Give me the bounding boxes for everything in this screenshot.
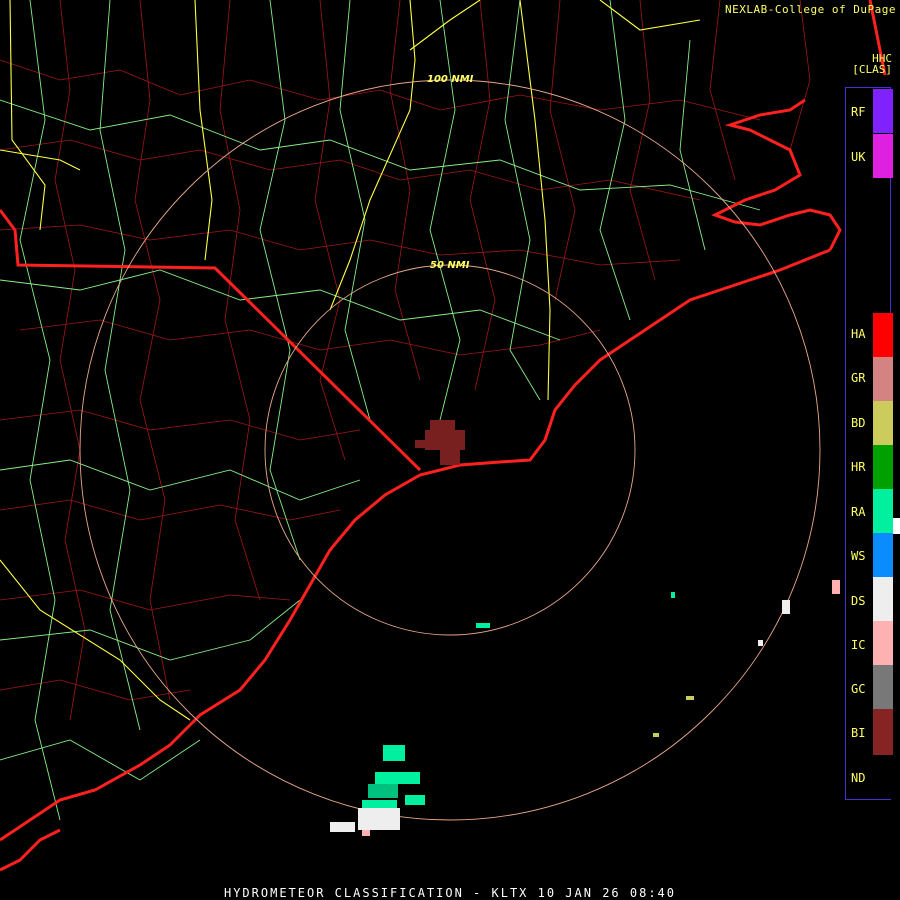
echo-ra-east	[893, 518, 900, 534]
echo-ds-2	[758, 640, 763, 646]
legend-label-ra: RA	[851, 505, 866, 519]
legend-label-ha: HA	[851, 327, 866, 341]
coastline	[0, 98, 842, 872]
legend-label-gc: GC	[851, 682, 866, 696]
interstates	[0, 0, 701, 721]
legend-label-hr: HR	[851, 460, 866, 474]
legend-swatch-ha	[873, 313, 893, 357]
echo-cluster-south	[330, 745, 425, 836]
radar-map: 50 NMI 100 NMI	[0, 0, 900, 872]
echo-ra-1	[476, 623, 490, 628]
legend-swatch-gr	[873, 357, 893, 401]
echo-ic-1	[832, 580, 840, 594]
legend-label-ds: DS	[851, 594, 866, 608]
legend-swatch-ra	[873, 489, 893, 533]
legend-label-bd: BD	[851, 416, 866, 430]
legend-swatch-ws	[873, 533, 893, 577]
legend-swatch-gc	[873, 665, 893, 709]
radar-returns	[330, 420, 900, 836]
legend-label-nd: ND	[851, 771, 866, 785]
legend-swatch-rf	[873, 89, 893, 133]
product-title: HYDROMETEOR CLASSIFICATION - KLTX 10 JAN…	[223, 886, 676, 900]
echo-ra-2	[671, 592, 675, 598]
legend-label-ws: WS	[851, 549, 866, 563]
product-name: [CLAS]	[852, 63, 892, 76]
legend-swatch-ic	[873, 621, 893, 665]
state-border	[0, 0, 887, 472]
legend-swatch-nd	[873, 755, 893, 799]
legend-swatch-ds	[873, 577, 893, 621]
legend-label-ic: IC	[851, 638, 866, 652]
ground-clutter-center	[415, 420, 465, 465]
county-borders	[0, 0, 811, 721]
range-label-100: 100 NMI	[427, 74, 474, 85]
legend-label-uk: UK	[851, 150, 866, 164]
echo-bd-1	[686, 696, 694, 700]
legend-swatch-bd	[873, 401, 893, 445]
legend-label-rf: RF	[851, 105, 866, 119]
legend-label-gr: GR	[851, 371, 866, 385]
legend-swatch-hr	[873, 445, 893, 489]
credit-text: NEXLAB-College of DuPage	[725, 3, 896, 16]
legend-swatch-uk	[873, 134, 893, 178]
range-label-50: 50 NMI	[430, 260, 470, 271]
echo-bd-2	[653, 733, 659, 737]
highways	[0, 0, 761, 821]
echo-ds-1	[782, 600, 790, 614]
legend-label-bi: BI	[851, 726, 866, 740]
legend-swatch-bi	[873, 709, 893, 755]
